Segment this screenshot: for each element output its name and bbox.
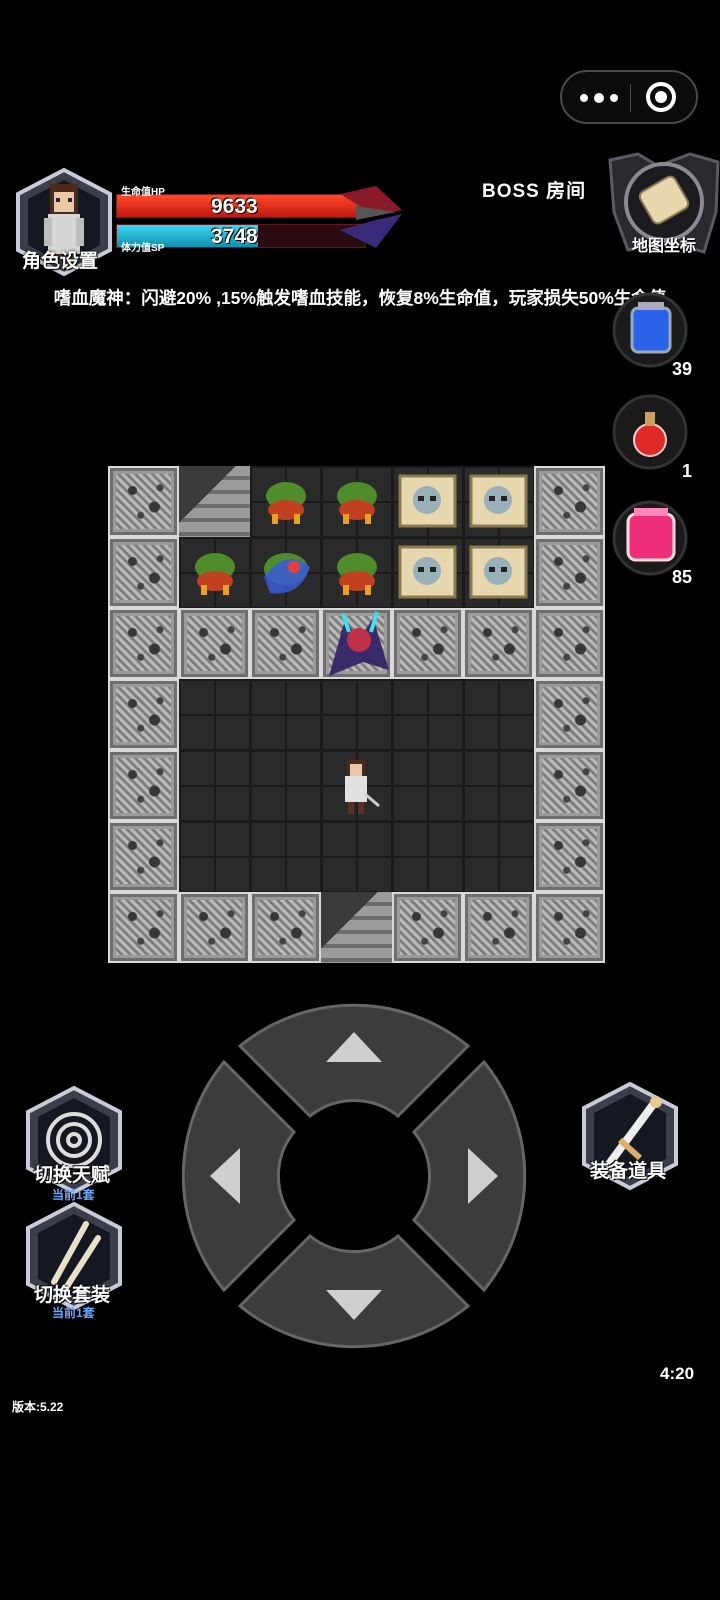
direction-pad [181, 1003, 527, 1349]
blue-potion-button[interactable]: 39 [612, 290, 692, 379]
board-cell-wall [534, 608, 605, 679]
slime-sprite[interactable] [321, 466, 392, 537]
board-cell-slime [321, 466, 392, 537]
blue-potion-icon [612, 292, 688, 368]
switch-talent-label: 切换天赋 [34, 1165, 111, 1186]
boss-sprite[interactable] [323, 610, 390, 677]
board-cell-wall [250, 892, 321, 963]
sp-label: 体力值SP [121, 243, 165, 254]
board-cell-floor [179, 679, 250, 750]
board-cell-stairs [321, 892, 392, 963]
bar-ornament-icon [340, 186, 402, 248]
board-cell-slime [321, 537, 392, 608]
chest-sprite[interactable] [392, 537, 463, 608]
dpad-up-button[interactable] [237, 1003, 471, 1119]
stat-bars: 生命值HP 9633 体力值SP 3748 [110, 186, 410, 258]
board-cell-wall [392, 892, 463, 963]
dpad-right-button[interactable] [411, 1059, 527, 1293]
board-cell-floor [179, 821, 250, 892]
map-coordinates-label: 地图坐标 [632, 238, 697, 255]
board-cell-stairs [179, 466, 250, 537]
hp-bar: 生命值HP 9633 [116, 187, 366, 218]
board-cell-wall [179, 892, 250, 963]
hp-value: 9633 [211, 195, 258, 218]
board-cell-wall [108, 750, 179, 821]
red-potion-button[interactable]: 1 [612, 392, 692, 481]
game-board [108, 466, 605, 963]
version-text: 版本:5.22 [12, 1400, 64, 1414]
switch-outfit-label: 切换套装 [34, 1285, 111, 1306]
switch-talent-sub: 当前1套 [52, 1188, 95, 1202]
board-cell-wall [108, 679, 179, 750]
slime-sprite[interactable] [179, 537, 250, 608]
room-title: BOSS 房间 [482, 181, 587, 202]
board-cell-floor [392, 679, 463, 750]
red-potion-count: 1 [681, 461, 692, 481]
board-cell-wall [108, 608, 179, 679]
character-settings-label: 角色设置 [22, 251, 99, 272]
close-miniprogram-icon[interactable] [646, 82, 676, 112]
game-clock: 4:20 [660, 1364, 695, 1383]
chest-sprite[interactable] [392, 466, 463, 537]
board-cell-wall [534, 537, 605, 608]
pink-potion-count: 85 [671, 567, 692, 587]
sp-value: 3748 [211, 225, 258, 248]
board-cell-floor [250, 821, 321, 892]
blue-potion-count: 39 [671, 359, 692, 379]
board-cell-floor [250, 750, 321, 821]
dpad-left-button[interactable] [181, 1059, 297, 1293]
sp-bar: 体力值SP 3748 [116, 224, 366, 254]
board-cell-chest [463, 537, 534, 608]
board-cell-floor [463, 821, 534, 892]
equip-items-label: 装备道具 [590, 1161, 667, 1182]
dpad-center [286, 1108, 422, 1244]
chest-sprite[interactable] [463, 537, 534, 608]
board-cell-wall [534, 750, 605, 821]
hp-label: 生命值HP [121, 187, 165, 198]
board-cell-floor [392, 821, 463, 892]
board-cell-hero [321, 750, 392, 821]
board-cell-wall [534, 466, 605, 537]
board-cell-wall [250, 608, 321, 679]
board-cell-wall [463, 892, 534, 963]
boss-status-text: 嗜血魔神：闪避20% ,15%触发嗜血技能，恢复8%生命值，玩家损失50%生命值 [53, 288, 667, 308]
board-cell-wall [534, 892, 605, 963]
pink-potion-button[interactable]: 85 [612, 498, 692, 587]
board-cell-floor [463, 750, 534, 821]
red-potion-icon [612, 394, 688, 470]
pink-potion-icon [612, 500, 688, 576]
board-cell-wall [108, 821, 179, 892]
slime-boss-sprite[interactable] [250, 537, 321, 608]
board-cell-chest [392, 537, 463, 608]
board-cell-wall [179, 608, 250, 679]
board-cell-slime [179, 537, 250, 608]
board-cell-wall [108, 537, 179, 608]
board-cell-chest [463, 466, 534, 537]
capsule-divider [630, 84, 631, 112]
board-cell-floor [179, 750, 250, 821]
slime-sprite[interactable] [321, 537, 392, 608]
board-cell-slime-boss [250, 537, 321, 608]
miniprogram-capsule [560, 70, 698, 124]
board-cell-floor [463, 679, 534, 750]
board-cell-floor [392, 750, 463, 821]
chest-sprite[interactable] [463, 466, 534, 537]
board-cell-chest [392, 466, 463, 537]
board-cell-wall [534, 821, 605, 892]
board-cell-floor [321, 821, 392, 892]
board-cell-wall [108, 892, 179, 963]
more-menu-icon[interactable] [580, 89, 620, 105]
switch-outfit-sub: 当前1套 [52, 1306, 95, 1320]
board-cell-wall [534, 679, 605, 750]
board-cell-wall [392, 608, 463, 679]
board-cell-floor [321, 679, 392, 750]
board-cell-slime [250, 466, 321, 537]
board-cell-floor [250, 679, 321, 750]
board-cell-wall [108, 466, 179, 537]
board-cell-wall [463, 608, 534, 679]
dpad-down-button[interactable] [237, 1233, 471, 1349]
slime-sprite[interactable] [250, 466, 321, 537]
board-cell-boss [321, 608, 392, 679]
hero-sprite [321, 750, 392, 821]
